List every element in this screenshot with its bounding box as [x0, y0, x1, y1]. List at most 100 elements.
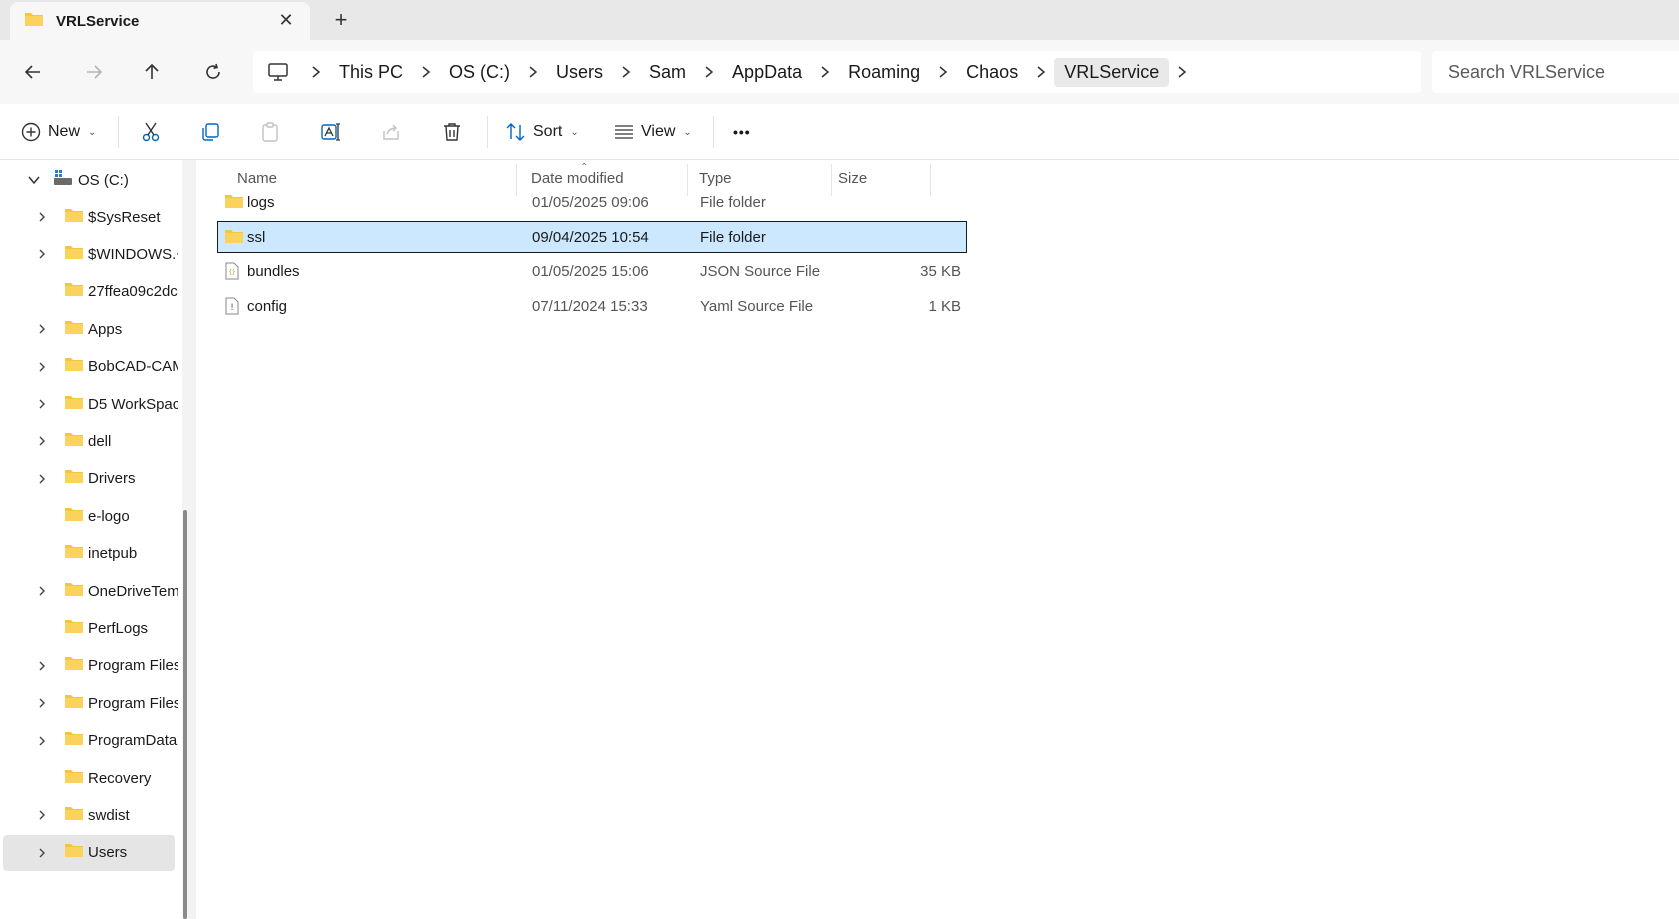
- sidebar-item[interactable]: $WINDOWS.~BT: [3, 236, 178, 272]
- chevron-right-icon[interactable]: [35, 584, 49, 598]
- file-date: 07/11/2024 15:33: [532, 297, 648, 315]
- breadcrumb-os-c[interactable]: OS (C:): [439, 58, 520, 87]
- back-button[interactable]: [15, 56, 51, 88]
- file-row[interactable]: ssl 09/04/2025 10:54 File folder: [217, 220, 967, 253]
- sort-icon: [506, 123, 525, 141]
- file-type: JSON Source File: [700, 263, 821, 281]
- chevron-right-icon[interactable]: [35, 322, 49, 336]
- share-button[interactable]: [380, 116, 402, 148]
- breadcrumb-roaming[interactable]: Roaming: [838, 58, 930, 87]
- folder-icon: [64, 506, 84, 527]
- chevron-right-icon[interactable]: [35, 434, 49, 448]
- rename-button[interactable]: [320, 116, 342, 148]
- sidebar-item-label: Recovery: [88, 769, 152, 787]
- sidebar-item-label: $WINDOWS.~BT: [88, 245, 178, 263]
- paste-button[interactable]: [259, 116, 281, 148]
- chevron-down-icon: ⌄: [683, 126, 692, 138]
- more-options-button[interactable]: •••: [733, 116, 751, 148]
- sidebar-item[interactable]: Drivers: [3, 461, 175, 497]
- chevron-right-icon[interactable]: [812, 65, 838, 79]
- refresh-icon: [206, 63, 220, 79]
- sidebar-item[interactable]: BobCAD-CAM: [3, 349, 178, 385]
- chevron-right-icon[interactable]: [1028, 65, 1054, 79]
- sort-button[interactable]: Sort ⌄: [505, 116, 579, 148]
- sidebar-item[interactable]: Apps: [3, 311, 175, 347]
- address-bar[interactable]: This PC OS (C:) Users Sam AppData Roamin…: [253, 51, 1421, 93]
- file-row[interactable]: ! config 07/11/2024 15:33 Yaml Source File 1…: [217, 290, 967, 322]
- chevron-right-icon[interactable]: [35, 210, 49, 224]
- breadcrumb-sam[interactable]: Sam: [639, 58, 696, 87]
- sidebar-item[interactable]: 27ffea09c2dc: [3, 274, 178, 310]
- delete-button[interactable]: [441, 116, 463, 148]
- chevron-right-icon[interactable]: [413, 65, 439, 79]
- new-button[interactable]: New ⌄: [20, 116, 96, 148]
- sidebar-item[interactable]: $SysReset: [3, 199, 175, 235]
- file-name: bundles: [247, 263, 300, 281]
- breadcrumb-chaos[interactable]: Chaos: [956, 58, 1028, 87]
- sidebar-item-label: inetpub: [88, 545, 138, 563]
- tab-title: VRLService: [56, 12, 140, 30]
- breadcrumb-vrlservice[interactable]: VRLService: [1054, 57, 1170, 87]
- folder-icon: [64, 431, 84, 452]
- view-button[interactable]: View ⌄: [613, 116, 692, 148]
- sidebar-item[interactable]: swdist: [3, 797, 175, 833]
- chevron-down-icon[interactable]: [27, 173, 41, 187]
- computer-icon[interactable]: [267, 62, 289, 82]
- navigation-bar: This PC OS (C:) Users Sam AppData Roamin…: [0, 40, 1679, 104]
- chevron-right-icon[interactable]: [35, 659, 49, 673]
- sidebar-item[interactable]: ProgramData: [3, 723, 177, 759]
- file-row[interactable]: {} bundles 01/05/2025 15:06 JSON Source Fil…: [217, 255, 967, 287]
- sidebar-item[interactable]: Program Files: [3, 648, 178, 684]
- breadcrumb-appdata[interactable]: AppData: [722, 58, 812, 87]
- new-tab-button[interactable]: +: [330, 9, 352, 31]
- sidebar-scroll-thumb[interactable]: [183, 510, 187, 919]
- tab-vrlservice[interactable]: VRLService ✕: [10, 2, 310, 40]
- chevron-right-icon[interactable]: [303, 65, 329, 79]
- list-view-icon: [615, 125, 633, 139]
- sidebar-item[interactable]: Recovery: [3, 760, 175, 796]
- close-tab-icon[interactable]: ✕: [276, 10, 296, 30]
- arrow-right-icon: [87, 65, 103, 79]
- chevron-right-icon[interactable]: [35, 247, 49, 261]
- arrow-left-icon: [24, 65, 40, 79]
- chevron-right-icon[interactable]: [35, 472, 49, 486]
- sidebar-item[interactable]: Users: [3, 834, 175, 871]
- chevron-right-icon[interactable]: [613, 65, 639, 79]
- copy-button[interactable]: [199, 116, 221, 148]
- chevron-right-icon[interactable]: [35, 397, 49, 411]
- breadcrumb-users[interactable]: Users: [546, 58, 613, 87]
- folder-icon: [64, 618, 84, 639]
- sidebar-item[interactable]: inetpub: [3, 536, 175, 572]
- sidebar-item[interactable]: D5 WorkSpace: [3, 386, 178, 422]
- chevron-right-icon[interactable]: [35, 360, 49, 374]
- sidebar-item[interactable]: PerfLogs: [3, 610, 175, 646]
- chevron-right-icon[interactable]: [930, 65, 956, 79]
- chevron-right-icon[interactable]: [520, 65, 546, 79]
- file-row[interactable]: logs 01/05/2025 09:06 File folder: [217, 186, 967, 218]
- forward-button[interactable]: [76, 56, 112, 88]
- chevron-right-icon[interactable]: [35, 734, 49, 748]
- breadcrumb-this-pc[interactable]: This PC: [329, 58, 413, 87]
- chevron-down-icon: ⌄: [88, 126, 97, 138]
- sidebar-item[interactable]: e-logo: [3, 498, 175, 534]
- rename-icon: [321, 123, 340, 141]
- sidebar-item[interactable]: Program Files (x86): [3, 685, 178, 721]
- chevron-right-icon[interactable]: [696, 65, 722, 79]
- chevron-right-icon[interactable]: [35, 846, 49, 860]
- sidebar-item[interactable]: OneDriveTemp: [3, 573, 178, 609]
- sidebar-item-label: OS (C:): [78, 171, 129, 189]
- chevron-right-icon[interactable]: [35, 808, 49, 822]
- navigation-pane: OS (C:) $SysReset $WINDOWS.~BT 27ffea09c2d…: [0, 160, 180, 919]
- refresh-button[interactable]: [195, 56, 231, 88]
- cut-button[interactable]: [140, 116, 162, 148]
- chevron-down-icon: ⌄: [570, 126, 579, 138]
- up-button[interactable]: [134, 56, 170, 88]
- sidebar-item-os-drive[interactable]: OS (C:): [3, 162, 175, 198]
- chevron-right-icon[interactable]: [35, 696, 49, 710]
- sidebar-item-label: Drivers: [88, 470, 136, 488]
- search-box[interactable]: Search VRLService: [1432, 51, 1679, 93]
- chevron-right-icon[interactable]: [1169, 65, 1195, 79]
- folder-icon: [64, 730, 84, 751]
- sidebar-item-label: Program Files: [88, 657, 178, 675]
- sidebar-item[interactable]: dell: [3, 423, 175, 459]
